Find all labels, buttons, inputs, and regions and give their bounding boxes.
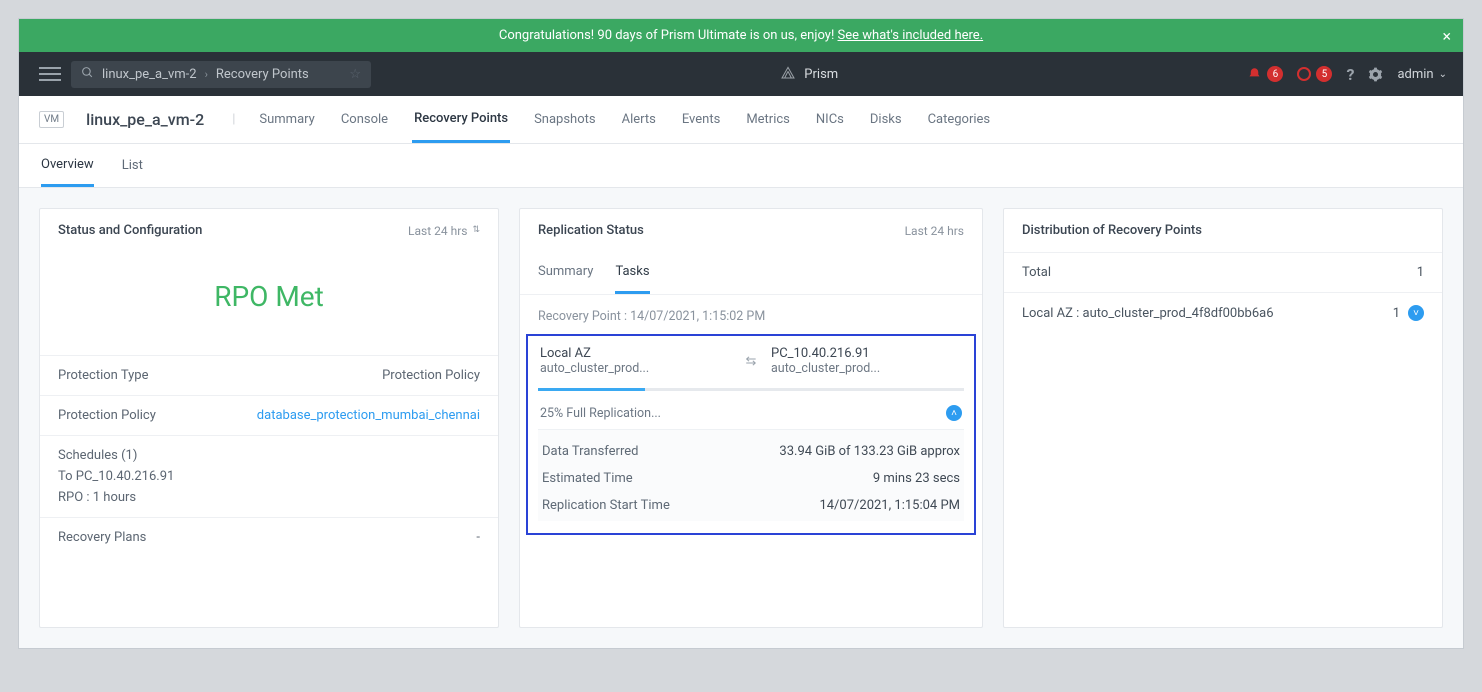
tab-snapshots[interactable]: Snapshots	[532, 98, 598, 141]
repl-tab-tasks[interactable]: Tasks	[615, 252, 649, 294]
user-label: admin	[1397, 67, 1433, 82]
replication-card: Replication Status Last 24 hrs Summary T…	[519, 208, 983, 628]
chevron-down-icon: ⌄	[1439, 69, 1447, 80]
progress-label: 25% Full Replication...	[540, 406, 661, 421]
help-icon[interactable]: ?	[1346, 65, 1354, 84]
chevron-right-icon: ›	[205, 68, 208, 81]
menu-icon[interactable]	[39, 63, 61, 85]
source-cluster: auto_cluster_prod...	[540, 361, 690, 376]
ring-icon	[1297, 67, 1311, 81]
alerts-button[interactable]: 6	[1247, 66, 1283, 82]
tab-events[interactable]: Events	[680, 98, 722, 141]
total-label: Total	[1022, 265, 1051, 280]
target-cluster: auto_cluster_prod...	[771, 361, 921, 376]
brand-label: Prism	[804, 67, 838, 82]
recovery-plans-value: -	[476, 530, 480, 545]
schedule-target: To PC_10.40.216.91	[58, 469, 480, 484]
recovery-plans-label: Recovery Plans	[58, 530, 146, 545]
distribution-card: Distribution of Recovery Points Total 1 …	[1003, 208, 1443, 628]
status-range-selector[interactable]: Last 24 hrs ⇅	[408, 224, 480, 238]
start-time-value: 14/07/2021, 1:15:04 PM	[819, 498, 960, 513]
status-card: Status and Configuration Last 24 hrs ⇅ R…	[39, 208, 499, 628]
settings-icon[interactable]	[1368, 67, 1383, 82]
total-value: 1	[1417, 265, 1424, 280]
banner-text: Congratulations! 90 days of Prism Ultima…	[499, 28, 838, 43]
entity-tabbar: VM linux_pe_a_vm-2 | Summary Console Rec…	[19, 96, 1463, 144]
app-frame: Congratulations! 90 days of Prism Ultima…	[18, 18, 1464, 649]
tab-categories[interactable]: Categories	[926, 98, 993, 141]
protection-policy-label: Protection Policy	[58, 408, 156, 423]
subtab-bar: Overview List	[19, 144, 1463, 188]
chevron-down-icon: ˅	[1413, 308, 1419, 319]
replication-task-highlight: Local AZ auto_cluster_prod... ⇆ PC_10.40…	[526, 334, 976, 535]
recovery-point-label: Recovery Point : 14/07/2021, 1:15:02 PM	[520, 295, 982, 334]
schedules-label: Schedules (1)	[58, 448, 480, 463]
dist-row-count: 1	[1393, 306, 1400, 321]
data-transferred-label: Data Transferred	[542, 444, 638, 459]
tab-alerts[interactable]: Alerts	[620, 98, 658, 141]
repl-tab-summary[interactable]: Summary	[538, 252, 593, 294]
tab-recovery-points[interactable]: Recovery Points	[412, 97, 510, 143]
swap-icon: ⇆	[731, 346, 771, 369]
search-breadcrumb[interactable]: linux_pe_a_vm-2 › Recovery Points ☆	[71, 61, 371, 88]
bell-icon	[1247, 67, 1262, 82]
source-az: Local AZ	[540, 346, 731, 361]
topbar: linux_pe_a_vm-2 › Recovery Points ☆ Pris…	[19, 52, 1463, 96]
dist-row-label: Local AZ : auto_cluster_prod_4f8df00bb6a…	[1022, 306, 1274, 321]
star-icon[interactable]: ☆	[349, 67, 361, 82]
tab-summary[interactable]: Summary	[257, 98, 316, 141]
estimated-time-label: Estimated Time	[542, 471, 633, 486]
replication-range: Last 24 hrs	[905, 224, 964, 238]
replication-title: Replication Status	[538, 223, 644, 238]
tasks-button[interactable]: 5	[1297, 66, 1332, 82]
tab-console[interactable]: Console	[339, 98, 390, 141]
rpo-status: RPO Met	[40, 252, 498, 355]
status-card-title: Status and Configuration	[58, 223, 202, 238]
replication-progress	[538, 388, 964, 391]
estimated-time-value: 9 mins 23 secs	[873, 471, 960, 486]
tab-disks[interactable]: Disks	[868, 98, 904, 141]
alert-badge: 6	[1267, 66, 1283, 82]
collapse-toggle[interactable]: ˄	[946, 405, 962, 421]
banner-link[interactable]: See what's included here.	[838, 28, 984, 43]
close-icon[interactable]: ×	[1442, 26, 1451, 45]
gear-icon	[1368, 67, 1383, 82]
protection-type-value: Protection Policy	[382, 368, 480, 383]
entity-type-chip: VM	[39, 111, 64, 128]
brand-icon	[780, 66, 796, 82]
data-transferred-value: 33.94 GiB of 133.23 GiB approx	[779, 444, 960, 459]
schedule-rpo: RPO : 1 hours	[58, 490, 480, 505]
tab-metrics[interactable]: Metrics	[744, 98, 792, 141]
topbar-right: 6 5 ? admin ⌄	[1247, 65, 1453, 84]
target-az: PC_10.40.216.91	[771, 346, 962, 361]
tab-nics[interactable]: NICs	[814, 98, 846, 141]
brand: Prism	[371, 66, 1247, 82]
subtab-overview[interactable]: Overview	[41, 145, 94, 187]
sort-icon: ⇅	[472, 226, 480, 235]
promo-banner: Congratulations! 90 days of Prism Ultima…	[19, 19, 1463, 52]
entity-name: linux_pe_a_vm-2	[86, 110, 204, 129]
search-value: linux_pe_a_vm-2	[102, 67, 197, 82]
search-icon	[81, 66, 94, 83]
task-badge: 5	[1316, 66, 1332, 82]
distribution-title: Distribution of Recovery Points	[1022, 223, 1202, 238]
subtab-list[interactable]: List	[122, 146, 143, 185]
search-tail: Recovery Points	[216, 67, 309, 82]
user-menu[interactable]: admin ⌄	[1397, 67, 1447, 82]
protection-policy-link[interactable]: database_protection_mumbai_chennai	[257, 408, 480, 423]
protection-type-label: Protection Type	[58, 368, 148, 383]
main-content: Status and Configuration Last 24 hrs ⇅ R…	[19, 188, 1463, 648]
expand-button[interactable]: ˅	[1408, 305, 1424, 321]
start-time-label: Replication Start Time	[542, 498, 670, 513]
chevron-up-icon: ˄	[951, 408, 957, 419]
